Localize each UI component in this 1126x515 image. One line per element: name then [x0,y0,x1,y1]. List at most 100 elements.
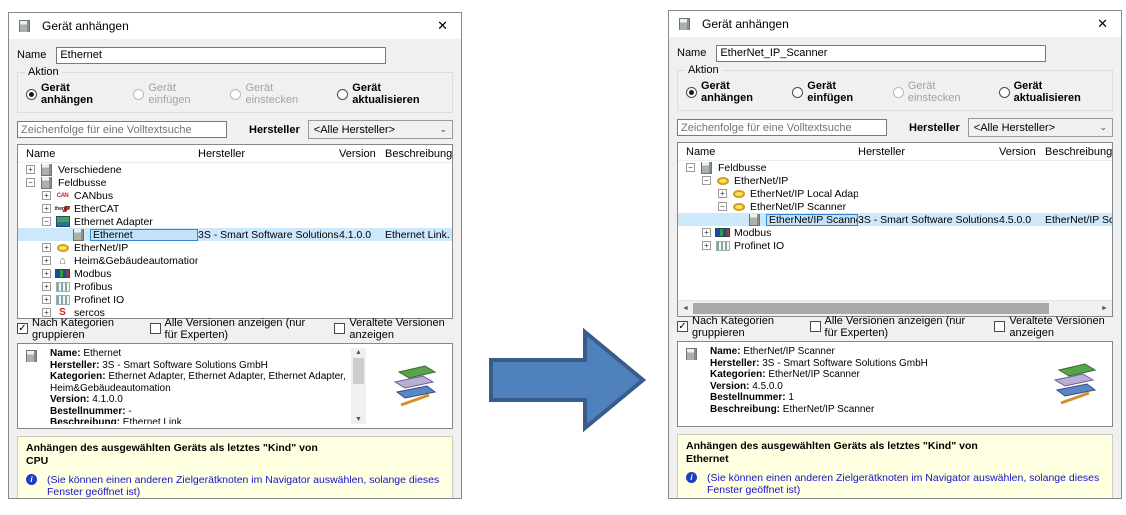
action-groupbox: AktionGerät anhängenGerät einfügenGerät … [17,72,453,113]
attach-heading: Anhängen des ausgewählten Geräts als let… [26,442,444,455]
scrollbar-track[interactable] [353,356,364,416]
tree-name-cell: +Verschiedene [26,163,198,176]
checkbox-veraltete-versionen-anzeigen[interactable]: Veraltete Versionen anzeigen [334,317,453,341]
device-image-box [370,348,450,424]
horizontal-scrollbar[interactable]: ◄► [678,300,1112,316]
vendor-combobox[interactable]: <Alle Hersteller>⌄ [308,120,453,139]
tree-expand-icon[interactable]: + [42,243,51,252]
radio-ger-t-einstecken: Gerät einstecken [893,80,984,104]
tree-item-label: EtherNet/IP Local Adapter [750,188,858,200]
scrollbar-track[interactable] [693,301,1097,316]
tree-item-label: Profinet IO [74,294,124,306]
tree-expand-icon[interactable]: + [26,165,35,174]
radio-label: Gerät einstecken [908,80,984,104]
dialog-titlebar: Gerät anhängen✕ [9,13,461,39]
tree-row[interactable]: + Modbus [678,226,1112,239]
radio-ger-t-anh-ngen[interactable]: Gerät anhängen [26,82,118,106]
tree-row[interactable]: − Feldbusse [18,176,452,189]
scroll-down-icon[interactable]: ▼ [355,416,362,423]
radio-ger-t-einf-gen[interactable]: Gerät einfügen [792,80,878,104]
tree-row[interactable]: Ethernet3S - Smart Software Solutions Gm… [18,228,452,241]
close-icon[interactable]: ✕ [432,18,453,34]
radio-ger-t-aktualisieren[interactable]: Gerät aktualisieren [337,82,444,106]
radio-ger-t-aktualisieren[interactable]: Gerät aktualisieren [999,80,1104,104]
radio-circle-icon [893,87,904,98]
tree-expand-icon[interactable]: + [42,269,51,278]
tree-row[interactable]: + Profibus [18,280,452,293]
tree-expand-icon[interactable]: + [42,256,51,265]
tree-name-cell: +EtherNet/IP [26,241,198,254]
vendor-combobox[interactable]: <Alle Hersteller>⌄ [968,118,1113,137]
tree-expand-icon[interactable]: + [42,204,51,213]
tree-row[interactable]: −Feldbusse [678,161,1112,174]
tree-collapse-icon[interactable]: − [702,176,711,185]
tree-row[interactable]: +⌂Heim&Gebäudeautomation [18,254,452,267]
tree-expand-icon[interactable]: + [702,241,711,250]
tree-name-cell: −Feldbusse [686,161,858,174]
tree-name-cell: −EtherNet/IP Scanner [686,200,858,213]
tree-row[interactable]: +EtherCATEtherCAT [18,202,452,215]
tree-expand-icon[interactable]: + [42,282,51,291]
tree-collapse-icon[interactable]: − [42,217,51,226]
tree-collapse-icon[interactable]: − [26,178,35,187]
scroll-up-icon[interactable]: ▲ [355,349,362,356]
info-line: Name: EtherNet/IP Scanner [710,346,1026,358]
vertical-scrollbar[interactable]: ▲▼ [351,348,366,424]
tree-row[interactable]: +Modbus [18,267,452,280]
tree-expand-icon[interactable]: + [42,191,51,200]
tree-collapse-icon[interactable]: − [718,202,727,211]
checkbox-alle-versionen-anzeigen-nur-für-experten-[interactable]: Alle Versionen anzeigen (nur für Experte… [810,315,977,339]
tree-item-label: Profibus [74,281,113,293]
device-name-input[interactable] [716,45,1046,62]
checkbox-nach-kategorien-gruppieren[interactable]: ✓Nach Kategorien gruppieren [17,317,132,341]
radio-ger-t-anh-ngen[interactable]: Gerät anhängen [686,80,777,104]
device-info-panel: Name: EthernetHersteller: 3S - Smart Sof… [17,343,453,429]
scroll-left-icon[interactable]: ◄ [678,305,693,312]
info-line: Beschreibung: EtherNet/IP Scanner [710,404,1026,416]
tree-item-label: EtherNet/IP [734,175,788,187]
device-icon [39,164,54,176]
tree-row[interactable]: + Profinet IO [18,293,452,306]
tree-row[interactable]: − Ethernet Adapter [18,215,452,228]
dialog-body: NameAktionGerät anhängenGerät einfügenGe… [669,37,1121,498]
tree-row[interactable]: +CANCANbus [18,189,452,202]
scroll-right-icon[interactable]: ► [1097,305,1112,312]
checkbox-nach-kategorien-gruppieren[interactable]: ✓Nach Kategorien gruppieren [677,315,792,339]
tree-expand-icon[interactable]: + [42,295,51,304]
tree-row[interactable]: −EtherNet/IP Scanner [678,200,1112,213]
checkbox-alle-versionen-anzeigen-nur-für-experten-[interactable]: Alle Versionen anzeigen (nur für Experte… [150,317,317,341]
checkbox-icon [810,321,821,332]
tree-expand-icon[interactable]: + [702,228,711,237]
tree-row[interactable]: +Verschiedene [18,163,452,176]
fulltext-search-input[interactable] [677,119,887,136]
tree-row[interactable]: EtherNet/IP Scanner3S - Smart Software S… [678,213,1112,226]
tree-collapse-icon[interactable]: − [686,163,695,172]
tree-item-label: Modbus [734,227,771,239]
info-label: Kategorien: [50,371,106,382]
fulltext-search-input[interactable] [17,121,227,138]
tree-row[interactable]: +Profinet IO [678,239,1112,252]
canbus-icon: CAN [55,190,70,202]
tree-expand-icon[interactable]: + [718,189,727,198]
name-row: Name [677,43,1113,63]
info-label: Version: [50,394,89,405]
tree-row[interactable]: +EtherNet/IP [18,241,452,254]
chevron-down-icon: ⌄ [439,124,447,135]
fieldbus-grid-icon [715,240,730,252]
info-line: Bestellnummer: - [50,406,347,418]
tree-item-label: Ethernet Adapter [74,216,153,228]
tree-row[interactable]: − EtherNet/IP [678,174,1112,187]
checkbox-veraltete-versionen-anzeigen[interactable]: Veraltete Versionen anzeigen [994,315,1113,339]
info-label: Bestellnummer: [50,406,126,417]
scrollbar-thumb[interactable] [693,303,1049,314]
device-icon [677,18,692,30]
tree-item-label: Feldbusse [58,177,106,189]
radio-label: Gerät aktualisieren [352,82,444,106]
tree-row[interactable]: + EtherNet/IP Local Adapter [678,187,1112,200]
close-icon[interactable]: ✕ [1092,16,1113,32]
info-line: Bestellnummer: 1 [710,392,1026,404]
tree-name-cell: − Feldbusse [26,176,198,189]
ethercat-icon: EtherCAT [55,203,70,215]
device-name-input[interactable] [56,47,386,64]
scrollbar-thumb[interactable] [353,358,364,384]
